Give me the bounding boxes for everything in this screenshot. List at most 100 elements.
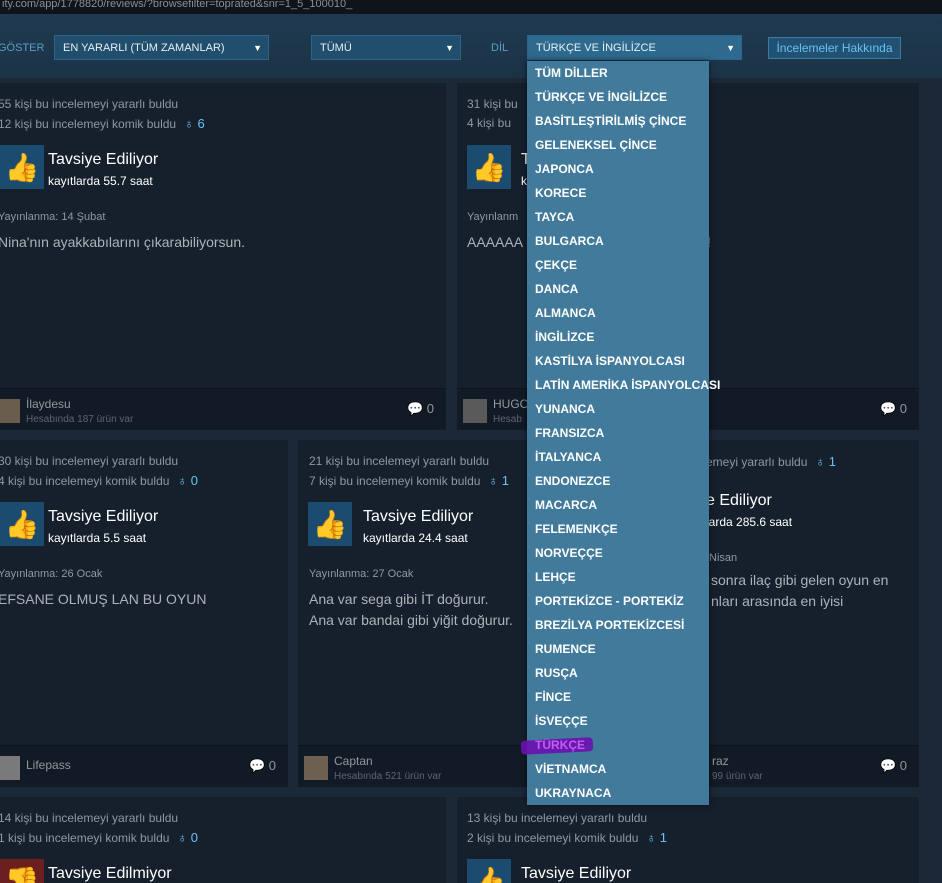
username[interactable]: raz: [712, 754, 729, 768]
language-dropdown[interactable]: TÜRKÇE VE İNGİLİZCE ▼: [527, 35, 742, 60]
award-count: 6: [197, 116, 205, 131]
language-option[interactable]: DANCA: [527, 277, 709, 301]
recommendation-title[interactable]: Tavsiye Ediliyor: [363, 508, 473, 526]
language-option[interactable]: TÜRKÇE VE İNGİLİZCE: [527, 85, 709, 109]
language-option[interactable]: RUSÇA: [527, 661, 709, 685]
chevron-down-icon: ▼: [445, 43, 454, 53]
comment-count-value: 0: [899, 401, 907, 416]
language-option-label: BASİTLEŞTİRİLMİŞ ÇİNCE: [535, 114, 687, 128]
chevron-down-icon: ▼: [253, 43, 262, 53]
language-option[interactable]: BULGARCA: [527, 229, 709, 253]
language-option[interactable]: BASİTLEŞTİRİLMİŞ ÇİNCE: [527, 109, 709, 133]
review-footer: Lifepass 💬 0: [0, 745, 288, 787]
award-button[interactable]: ♁ 0: [177, 830, 198, 845]
review-footer: İlaydesu Hesabında 187 ürün var 💬 0: [0, 388, 446, 430]
language-option[interactable]: RUMENCE: [527, 637, 709, 661]
comment-count[interactable]: 💬 0: [880, 758, 907, 774]
comment-count[interactable]: 💬 0: [407, 401, 434, 417]
language-option[interactable]: GELENEKSEL ÇİNCE: [527, 133, 709, 157]
avatar[interactable]: [304, 756, 328, 780]
funny-count: 4 kişi bu incelemeyi komik buldu: [0, 474, 170, 488]
language-option[interactable]: FİNCE: [527, 685, 709, 709]
comment-count-value: 0: [268, 758, 276, 773]
products-owned: 99 ürün var: [712, 771, 763, 782]
language-option-label: BULGARCA: [535, 234, 604, 248]
username[interactable]: HUGO: [493, 397, 529, 411]
language-option[interactable]: FRANSIZCA: [527, 421, 709, 445]
language-option[interactable]: İNGİLİZCE: [527, 325, 709, 349]
language-option-label: RUSÇA: [535, 666, 578, 680]
recommendation-title[interactable]: Tavsiye Ediliyor: [48, 151, 158, 169]
thumbs-down-icon: 👎: [0, 859, 44, 883]
award-icon: ♁: [177, 473, 191, 488]
language-option-label: JAPONCA: [535, 162, 594, 176]
username[interactable]: Captan: [334, 754, 373, 768]
language-option[interactable]: LEHÇE: [527, 565, 709, 589]
posted-date: Yayınlanma: 27 Ocak: [309, 568, 414, 580]
language-option[interactable]: İTALYANCA: [527, 445, 709, 469]
award-button[interactable]: ♁ 1: [815, 454, 836, 469]
products-owned: Hesabında 187 ürün var: [26, 414, 134, 425]
address-bar[interactable]: ity.com/app/1778820/reviews/?browsefilte…: [0, 0, 942, 14]
language-option[interactable]: ALMANCA: [527, 301, 709, 325]
language-option-label: MACARCA: [535, 498, 597, 512]
language-option-label: İTALYANCA: [535, 450, 602, 464]
language-option-label: YUNANCA: [535, 402, 595, 416]
language-option[interactable]: TAYCA: [527, 205, 709, 229]
language-option[interactable]: ÇEKÇE: [527, 253, 709, 277]
language-option-label: FİNCE: [535, 690, 571, 704]
language-option-label: İNGİLİZCE: [535, 330, 595, 344]
avatar[interactable]: [463, 399, 487, 423]
language-option[interactable]: ENDONEZCE: [527, 469, 709, 493]
show-label: GÖSTER: [0, 42, 45, 54]
award-button[interactable]: ♁ 1: [488, 473, 509, 488]
language-option[interactable]: YUNANCA: [527, 397, 709, 421]
review-text-line: Ana var bandai gibi yiğit doğurur.: [309, 612, 513, 628]
award-button[interactable]: ♁ 6: [184, 116, 205, 131]
avatar[interactable]: [0, 399, 20, 423]
type-dropdown[interactable]: TÜMÜ ▼: [311, 35, 461, 60]
sort-dropdown[interactable]: EN YARARLI (TÜM ZAMANLAR) ▼: [54, 35, 269, 60]
language-option[interactable]: JAPONCA: [527, 157, 709, 181]
language-option-label: TÜRKÇE VE İNGİLİZCE: [535, 90, 668, 104]
language-option-label: LEHÇE: [535, 570, 576, 584]
funny-count: 4 kişi bu: [467, 116, 512, 130]
award-button[interactable]: ♁ 1: [646, 830, 667, 845]
about-reviews-button[interactable]: İncelemeler Hakkında: [768, 37, 901, 59]
language-dropdown-menu: TÜM DİLLER TÜRKÇE VE İNGİLİZCE BASİTLEŞTİR…: [520, 61, 720, 805]
review-card: 55 kişi bu incelemeyi yararlı buldu 12 k…: [0, 83, 446, 430]
thumbs-up-icon: 👍: [308, 502, 352, 546]
language-option[interactable]: KORECE: [527, 181, 709, 205]
review-text: EFSANE OLMUŞ LAN BU OYUN: [0, 591, 207, 607]
comment-count[interactable]: 💬 0: [249, 758, 276, 774]
recommendation-title[interactable]: e Ediliyor: [706, 492, 772, 510]
thumbs-up-icon: 👍: [467, 859, 511, 883]
language-option[interactable]: VİETNAMCA: [527, 757, 709, 781]
language-option-label: ÇEKÇE: [535, 258, 578, 272]
recommendation-title[interactable]: Tavsiye Ediliyor: [48, 508, 158, 526]
language-option[interactable]: LATİN AMERİKA İSPANYOLCASI: [527, 373, 720, 397]
language-option[interactable]: BREZİLYA PORTEKİZCESİ: [527, 613, 709, 637]
language-option[interactable]: MACARCA: [527, 493, 709, 517]
recommendation-title[interactable]: Tavsiye Ediliyor: [521, 865, 631, 883]
username[interactable]: Lifepass: [26, 758, 71, 772]
sort-value: EN YARARLI (TÜM ZAMANLAR): [63, 42, 225, 54]
helpful-count: emeyi yararlı buldu: [706, 455, 808, 469]
language-option[interactable]: UKRAYNACA: [527, 781, 709, 805]
award-button[interactable]: ♁ 0: [177, 473, 198, 488]
language-value: TÜRKÇE VE İNGİLİZCE: [536, 42, 656, 54]
recommendation-title[interactable]: Tavsiye Edilmiyor: [48, 865, 172, 883]
language-option[interactable]: İSVEÇÇE: [527, 709, 709, 733]
avatar[interactable]: [0, 756, 20, 780]
type-value: TÜMÜ: [320, 42, 352, 54]
comment-count[interactable]: 💬 0: [880, 401, 907, 417]
username[interactable]: İlaydesu: [26, 397, 71, 411]
posted-date: Yayınlanm: [467, 211, 519, 223]
language-option[interactable]: TÜRKÇE: [520, 733, 709, 757]
comment-icon: 💬: [248, 758, 269, 773]
language-option[interactable]: PORTEKİZCE - PORTEKİZ: [527, 589, 709, 613]
language-option[interactable]: FELEMENKÇE: [527, 517, 709, 541]
language-option[interactable]: TÜM DİLLER: [527, 61, 709, 85]
language-option[interactable]: NORVEÇÇE: [527, 541, 709, 565]
language-option[interactable]: KASTİLYA İSPANYOLCASI: [527, 349, 709, 373]
